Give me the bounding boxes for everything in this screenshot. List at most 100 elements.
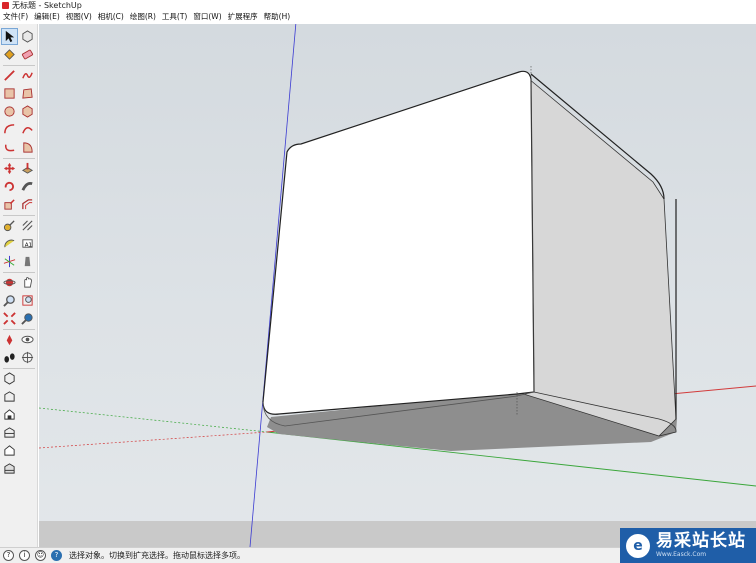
front-view-icon[interactable]	[1, 406, 18, 423]
tool-row: A1	[1, 235, 37, 252]
back-view-icon[interactable]	[1, 442, 18, 459]
toolbar-separator	[3, 158, 35, 159]
geo-location-icon[interactable]: ?	[3, 550, 14, 561]
tool-row	[1, 331, 37, 348]
walk-icon[interactable]	[1, 349, 18, 366]
rotated-rectangle-icon[interactable]	[19, 85, 36, 102]
tool-row	[1, 46, 37, 63]
help-icon[interactable]: ?	[51, 550, 62, 561]
tool-row	[1, 217, 37, 234]
line-icon[interactable]	[1, 67, 18, 84]
scale-icon[interactable]	[1, 196, 18, 213]
user-icon[interactable]: ☺	[35, 550, 46, 561]
model-scene[interactable]	[39, 24, 756, 547]
tool-row	[1, 274, 37, 291]
watermark-url: Www.Easck.Com	[656, 551, 707, 558]
tool-row	[1, 67, 37, 84]
status-message: 选择对象。切换到扩充选择。拖动鼠标选择多项。	[69, 551, 245, 560]
tool-row	[1, 370, 37, 387]
pan-icon[interactable]	[19, 274, 36, 291]
sketchup-window: 无标题 - SketchUp 文件(F) 编辑(E) 视图(V) 相机(C) 绘图(R)…	[0, 0, 756, 563]
arc-icon[interactable]	[1, 121, 18, 138]
offset-icon[interactable]	[19, 196, 36, 213]
paint-bucket-icon[interactable]	[1, 46, 18, 63]
tool-row	[1, 85, 37, 102]
watermark-cn: 易采站长站	[656, 531, 746, 551]
rotate-icon[interactable]	[1, 178, 18, 195]
zoom-extents-icon[interactable]	[1, 310, 18, 327]
two-point-arc-icon[interactable]	[19, 121, 36, 138]
menu-item-4[interactable]: 绘图(R)	[127, 11, 159, 23]
text-icon[interactable]: A1	[19, 235, 36, 252]
tool-row	[1, 460, 37, 477]
position-camera-icon[interactable]	[1, 331, 18, 348]
cube-right-face[interactable]	[516, 78, 677, 437]
tool-row	[1, 292, 37, 309]
tool-row	[1, 28, 37, 45]
zoom-window-icon[interactable]	[19, 292, 36, 309]
window-title: 无标题 - SketchUp	[12, 1, 82, 10]
tool-row	[1, 349, 37, 366]
follow-me-icon[interactable]	[19, 178, 36, 195]
watermark-logo-icon: e	[626, 533, 650, 558]
toolbar-separator	[3, 215, 35, 216]
polygon-icon[interactable]	[19, 103, 36, 120]
rectangle-icon[interactable]	[1, 85, 18, 102]
move-icon[interactable]	[1, 160, 18, 177]
iso-view-icon[interactable]	[1, 370, 18, 387]
menu-item-1[interactable]: 编辑(E)	[31, 11, 63, 23]
dimension-icon[interactable]	[19, 217, 36, 234]
menu-item-3[interactable]: 相机(C)	[95, 11, 127, 23]
drawing-viewport[interactable]	[39, 24, 756, 547]
right-view-icon[interactable]	[1, 424, 18, 441]
top-view-icon[interactable]	[1, 388, 18, 405]
watermark-text: 易采站长站 Www.Easck.Com	[656, 532, 746, 559]
tool-row	[1, 160, 37, 177]
tool-row	[1, 103, 37, 120]
tape-measure-icon[interactable]	[1, 217, 18, 234]
3d-text-icon[interactable]	[19, 253, 36, 270]
previous-view-icon[interactable]	[19, 310, 36, 327]
select-icon[interactable]	[1, 28, 18, 45]
large-tool-set-toolbar: A1	[0, 24, 38, 547]
axes-icon[interactable]	[1, 253, 18, 270]
title-bar: 无标题 - SketchUp	[0, 0, 756, 11]
toolbar-separator	[3, 368, 35, 369]
menu-item-8[interactable]: 帮助(H)	[261, 11, 294, 23]
left-view-icon[interactable]	[1, 460, 18, 477]
credits-icon[interactable]: i	[19, 550, 30, 561]
pie-icon[interactable]	[19, 139, 36, 156]
tool-row	[1, 442, 37, 459]
three-point-arc-icon[interactable]	[1, 139, 18, 156]
tool-row	[1, 178, 37, 195]
tool-row	[1, 388, 37, 405]
menu-item-6[interactable]: 窗口(W)	[190, 11, 224, 23]
look-around-icon[interactable]	[19, 331, 36, 348]
orbit-icon[interactable]	[1, 274, 18, 291]
cube-front-face[interactable]	[262, 70, 535, 415]
toolbar-separator	[3, 329, 35, 330]
menu-bar: 文件(F) 编辑(E) 视图(V) 相机(C) 绘图(R) 工具(T) 窗口(W) 扩展程序帮…	[0, 11, 756, 23]
zoom-icon[interactable]	[1, 292, 18, 309]
green-axis-negative	[39, 407, 268, 433]
red-axis-negative	[39, 431, 268, 449]
eraser-icon[interactable]	[19, 46, 36, 63]
toolbar-separator	[3, 65, 35, 66]
watermark: e 易采站长站 Www.Easck.Com	[620, 528, 756, 563]
circle-icon[interactable]	[1, 103, 18, 120]
component-icon[interactable]	[19, 28, 36, 45]
freehand-icon[interactable]	[19, 67, 36, 84]
tool-row	[1, 121, 37, 138]
svg-text:A1: A1	[25, 242, 33, 248]
tool-row	[1, 310, 37, 327]
tool-row	[1, 424, 37, 441]
menu-item-0[interactable]: 文件(F)	[0, 11, 31, 23]
tool-row	[1, 196, 37, 213]
protractor-icon[interactable]	[1, 235, 18, 252]
menu-item-7[interactable]: 扩展程序	[225, 11, 261, 23]
menu-item-2[interactable]: 视图(V)	[63, 11, 95, 23]
tool-row	[1, 139, 37, 156]
push-pull-icon[interactable]	[19, 160, 36, 177]
section-plane-icon[interactable]	[19, 349, 36, 366]
menu-item-5[interactable]: 工具(T)	[159, 11, 190, 23]
